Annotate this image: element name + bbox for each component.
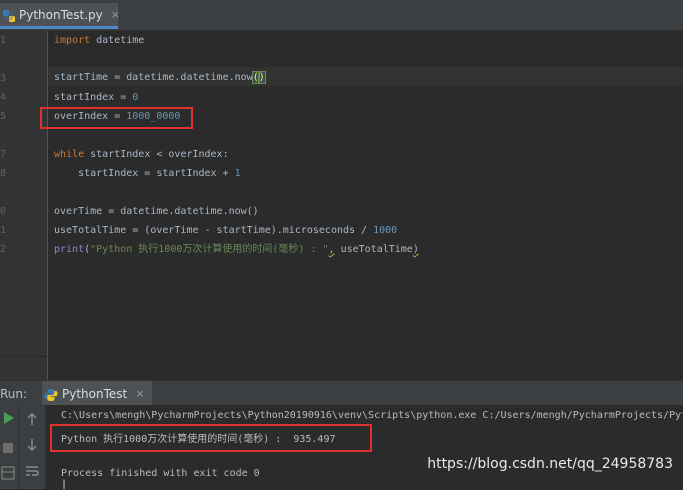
tab-label: PythonTest.py [19, 7, 103, 22]
paren-close: ) [412, 244, 419, 255]
number-literal: 1000 [373, 225, 398, 236]
line-number: 3 [0, 73, 7, 84]
code-line-1: import datetime [54, 31, 144, 50]
watermark: https://blog.csdn.net/qq_24958783 [427, 456, 673, 472]
line-number: 4 [0, 92, 7, 103]
close-icon[interactable]: × [135, 387, 144, 400]
string-literal: "Python 执行1000万次计算使用的时间(毫秒) : " [90, 244, 329, 255]
gutter-extension [0, 357, 48, 381]
line-number: 1 [0, 35, 7, 46]
builtin-function: print [54, 244, 85, 255]
paren-close: ) [257, 71, 266, 84]
python-run-icon [44, 387, 58, 401]
code-text: startIndex = [54, 92, 133, 103]
console-command-line: C:\Users\mengh\PycharmProjects\Python201… [61, 410, 683, 421]
run-tab-label: PythonTest [62, 386, 128, 401]
python-file-icon [2, 8, 16, 22]
highlight-box-result [50, 424, 372, 452]
line-number-gutter: 1 3 4 5 7 8 0 1 2 [0, 31, 48, 356]
code-text: datetime [90, 35, 145, 46]
code-text: startIndex < overIndex: [84, 149, 229, 160]
number-literal: 0 [132, 92, 139, 103]
line-number: 1 [0, 225, 7, 236]
code-text: overTime = datetime.datetime.now() [54, 206, 259, 217]
code-line-12: print("Python 执行1000万次计算使用的时间(毫秒) : ", u… [54, 240, 419, 259]
line-number: 7 [0, 149, 7, 160]
run-console: C:\Users\mengh\PycharmProjects\Python201… [0, 405, 683, 490]
rerun-icon[interactable] [1, 410, 15, 429]
code-line-11: useTotalTime = (overTime - startTime).mi… [54, 221, 397, 240]
keyword: import [54, 35, 91, 46]
line-number: 0 [0, 206, 7, 217]
run-console-toolbar [19, 405, 46, 489]
scroll-up-icon[interactable] [26, 411, 38, 430]
code-editor[interactable]: 1 3 4 5 7 8 0 1 2 import datetime startT… [0, 31, 683, 356]
stop-icon[interactable] [2, 439, 14, 458]
code-line-10: overTime = datetime.datetime.now() [54, 202, 259, 221]
paren-open: ( [251, 71, 260, 84]
code-text: startIndex = startIndex + [54, 168, 235, 179]
line-number: 2 [0, 244, 7, 255]
code-line-4: startIndex = 0 [54, 88, 138, 107]
code-text: startTime = datetime.datetime.now [54, 72, 253, 83]
keyword: while [54, 149, 85, 160]
tab-pythontest-py[interactable]: PythonTest.py × [0, 3, 120, 29]
run-tab-pythontest[interactable]: PythonTest × [42, 381, 152, 406]
soft-wrap-icon[interactable] [25, 463, 39, 482]
number-literal: 1 [234, 168, 241, 179]
line-number: 8 [0, 168, 7, 179]
run-side-toolbar [0, 405, 19, 489]
run-label: Run: [0, 387, 28, 401]
run-toolbar: Run: PythonTest × [0, 380, 683, 406]
console-exit-line: Process finished with exit code 0 [61, 468, 260, 479]
code-line-3: startTime = datetime.datetime.now() [54, 68, 266, 87]
editor-bottom-area [0, 356, 683, 381]
scroll-down-icon[interactable] [26, 437, 38, 456]
code-text: useTotalTime = (overTime - startTime).mi… [54, 225, 374, 236]
code-line-7: while startIndex < overIndex: [54, 145, 229, 164]
highlight-box-overindex [40, 107, 193, 129]
code-line-8: startIndex = startIndex + 1 [54, 164, 241, 183]
close-icon[interactable]: × [111, 8, 120, 21]
editor-tab-bar: PythonTest.py × [0, 0, 683, 31]
code-text: useTotalTime [334, 244, 413, 255]
layout-icon[interactable] [1, 465, 15, 484]
console-cursor[interactable]: | [61, 479, 67, 490]
line-number: 5 [0, 111, 7, 122]
